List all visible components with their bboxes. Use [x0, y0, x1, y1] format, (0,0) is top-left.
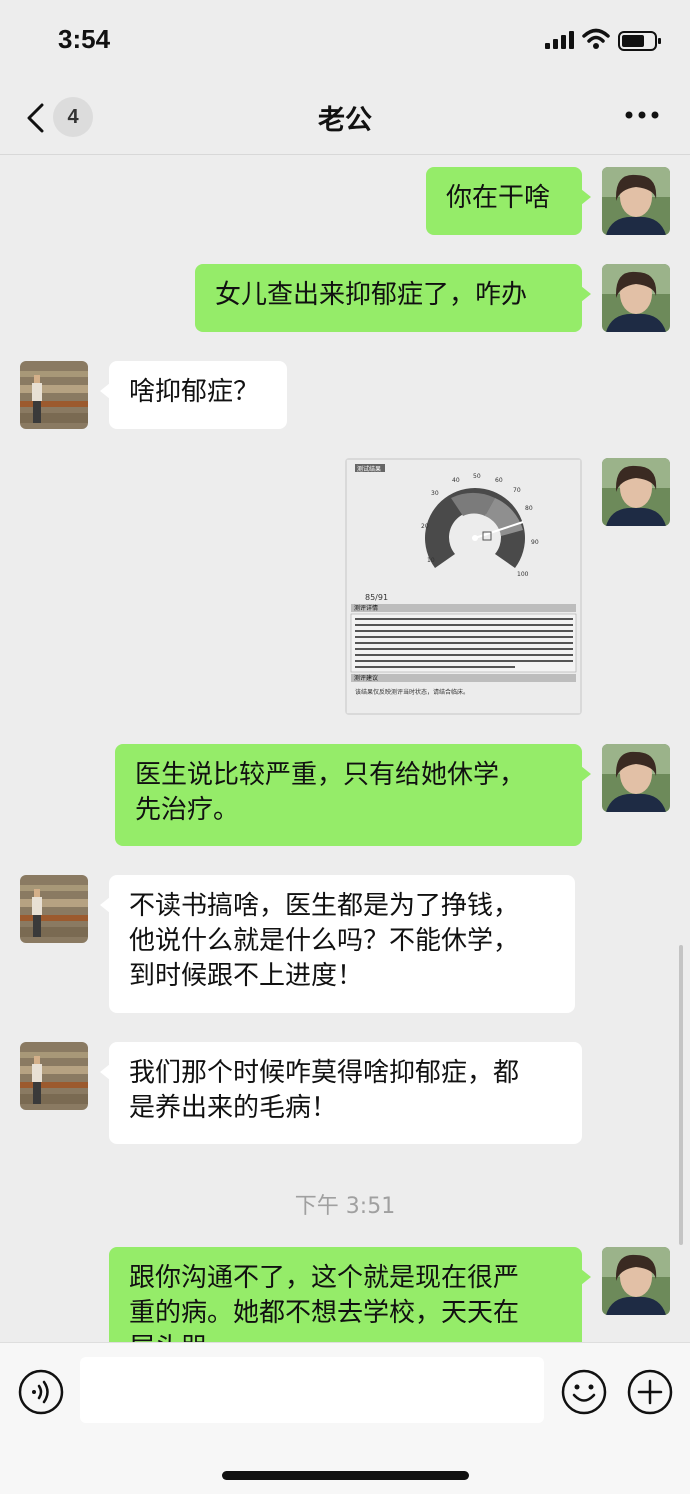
report-section-label: 测评建议: [354, 674, 378, 682]
contact-avatar[interactable]: [20, 1042, 88, 1110]
gauge-tick: 30: [431, 490, 439, 497]
message-bubble[interactable]: 医生说比较严重，只有给她休学， 先治疗。: [115, 744, 591, 846]
wifi-icon: [582, 28, 610, 49]
message-text-line: 跟你沟通不了，这个就是现在很严: [129, 1263, 520, 1293]
gauge-tick: 10: [427, 557, 435, 564]
image-message[interactable]: 测试结果 30 40 50 60 70 80 90 20 10 100 85/9…: [345, 458, 582, 715]
message-text-line: 我们那个时候咋莫得啥抑郁症，都: [129, 1058, 520, 1088]
message-text: 你在干啥: [446, 183, 551, 213]
message-text-line: 他说什么就是什么吗？不能休学，: [129, 926, 520, 956]
gauge-tick: 60: [495, 477, 503, 484]
home-indicator: [222, 1471, 469, 1480]
message-bubble[interactable]: 啥抑郁症？: [100, 361, 287, 429]
my-avatar[interactable]: [602, 1247, 670, 1315]
report-title: 测试结果: [357, 465, 381, 473]
voice-icon[interactable]: [18, 1369, 64, 1415]
message-text-line: 医生说比较严重，只有给她休学，: [135, 760, 526, 790]
message-timestamp: 下午 3:51: [294, 1194, 396, 1219]
report-score: 85/91: [365, 593, 388, 602]
message-input[interactable]: [80, 1357, 544, 1423]
message-text-line: 重的病。她都不想去学校，天天在: [129, 1298, 520, 1328]
message-text-line: 到时候跟不上进度！: [129, 961, 364, 991]
message-bubble[interactable]: 不读书搞啥，医生都是为了挣钱， 他说什么就是什么吗？不能休学， 到时候跟不上进度…: [100, 875, 575, 1013]
gauge-tick: 90: [531, 539, 539, 546]
message-bubble[interactable]: 女儿查出来抑郁症了，咋办: [195, 264, 591, 332]
emoji-icon[interactable]: [561, 1369, 607, 1415]
gauge-tick: 100: [517, 571, 529, 578]
message-text-line: 屋头哭: [129, 1331, 562, 1342]
my-avatar[interactable]: [602, 264, 670, 332]
message-text: 啥抑郁症？: [129, 377, 260, 407]
chat-header: 4 老公: [0, 84, 690, 155]
input-bar: [0, 1342, 690, 1494]
my-avatar[interactable]: [602, 458, 670, 526]
message-bubble[interactable]: 你在干啥: [426, 167, 591, 235]
status-bar: 3:54: [0, 0, 690, 84]
report-section-label: 测评详情: [354, 604, 378, 612]
message-bubble[interactable]: 我们那个时候咋莫得啥抑郁症，都 是养出来的毛病！: [100, 1042, 582, 1144]
message-text-line: 是养出来的毛病！: [129, 1093, 338, 1123]
message-bubble[interactable]: 跟你沟通不了，这个就是现在很严 重的病。她都不想去学校，天天在 屋头哭: [109, 1247, 591, 1342]
plus-icon[interactable]: [627, 1369, 673, 1415]
gauge-tick: 80: [525, 505, 533, 512]
more-dots-icon[interactable]: [624, 109, 660, 121]
message-text: 女儿查出来抑郁症了，咋办: [215, 280, 528, 310]
gauge-tick: 50: [473, 473, 481, 480]
gauge-tick: 70: [513, 487, 521, 494]
cellular-signal-icon: [545, 31, 574, 49]
message-text-line: 不读书搞啥，医生都是为了挣钱，: [129, 891, 520, 921]
contact-avatar[interactable]: [20, 361, 88, 429]
scrollbar-thumb[interactable]: [679, 945, 683, 1245]
report-footer: 该结果仅反映测评当时状态，请结合临床。: [355, 688, 469, 696]
my-avatar[interactable]: [602, 744, 670, 812]
status-time: 3:54: [58, 24, 111, 54]
gauge-tick: 40: [452, 477, 460, 484]
message-text-line: 先治疗。: [135, 795, 240, 825]
chat-title: 老公: [318, 105, 372, 136]
message-list[interactable]: 你在干啥 女儿查出来抑郁症了，咋办 啥抑郁症？ 测试结果 30 40 50 60…: [0, 155, 690, 1342]
gauge-tick: 20: [421, 523, 429, 530]
contact-avatar[interactable]: [20, 875, 88, 943]
my-avatar[interactable]: [602, 167, 670, 235]
battery-icon: [618, 31, 661, 51]
